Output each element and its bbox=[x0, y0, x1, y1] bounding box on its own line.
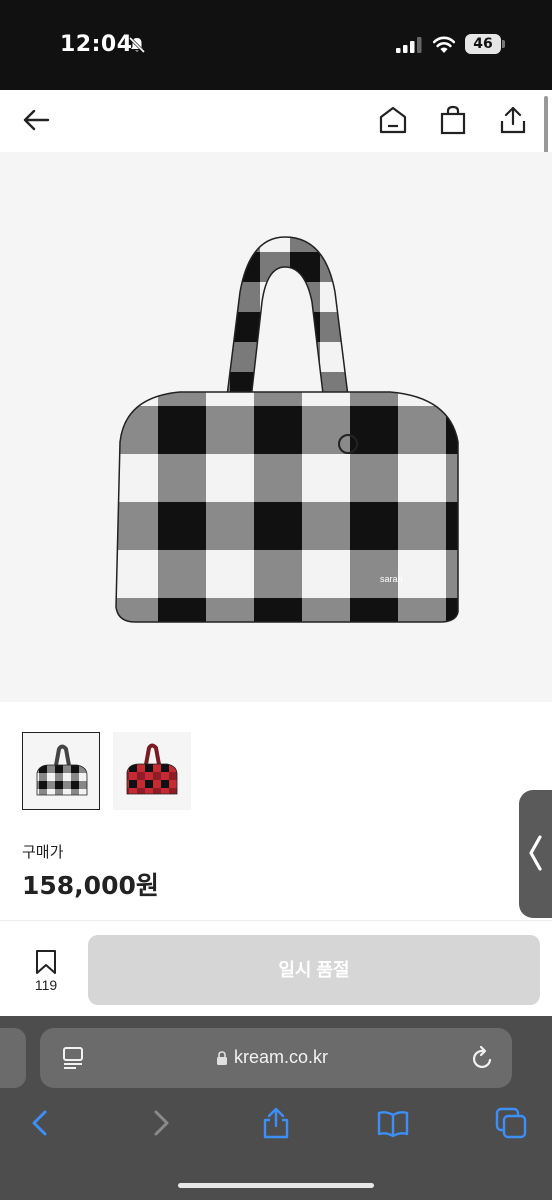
product-image-carousel[interactable]: sarah bbox=[0, 152, 552, 702]
soldout-button[interactable]: 일시 품절 bbox=[88, 935, 540, 1005]
wish-count: 119 bbox=[34, 977, 58, 993]
bookmark-icon[interactable] bbox=[34, 949, 58, 975]
status-time: 12:04 bbox=[60, 32, 133, 57]
wifi-icon bbox=[432, 36, 456, 53]
shopping-bag-icon[interactable] bbox=[437, 104, 469, 136]
price-value: 158,000원 bbox=[22, 871, 159, 900]
chevron-left-icon bbox=[529, 835, 542, 871]
product-image: sarah bbox=[115, 236, 459, 623]
thumbnail-red-image bbox=[126, 743, 178, 795]
reader-mode-icon[interactable] bbox=[62, 1046, 84, 1070]
svg-text:sarah: sarah bbox=[380, 574, 403, 584]
home-icon[interactable] bbox=[377, 104, 409, 136]
back-arrow-icon[interactable] bbox=[20, 104, 52, 136]
tabs-icon[interactable] bbox=[494, 1106, 528, 1140]
signal-icon bbox=[396, 37, 422, 53]
address-bar[interactable]: kream.co.kr bbox=[40, 1028, 512, 1088]
bottom-action-bar: 119 일시 품절 bbox=[0, 920, 552, 1016]
browser-toolbar: kream.co.kr bbox=[0, 1016, 552, 1200]
thumbnail-black-image bbox=[36, 744, 88, 796]
browser-share-icon[interactable] bbox=[259, 1106, 293, 1140]
previous-tab-stub[interactable] bbox=[0, 1028, 26, 1088]
lock-icon bbox=[217, 1051, 227, 1065]
price-label: 구매가 bbox=[22, 844, 64, 861]
home-indicator bbox=[178, 1183, 374, 1188]
back-chevron-icon[interactable] bbox=[24, 1106, 58, 1140]
url-text: kream.co.kr bbox=[234, 1047, 329, 1067]
side-panel-handle[interactable] bbox=[519, 790, 552, 918]
thumbnail-red[interactable] bbox=[113, 732, 191, 810]
thumbnail-black[interactable] bbox=[22, 732, 100, 810]
share-icon[interactable] bbox=[497, 104, 529, 136]
forward-chevron-icon[interactable] bbox=[143, 1106, 177, 1140]
bell-slash-icon bbox=[128, 36, 146, 54]
battery-tip bbox=[502, 40, 505, 48]
status-bar: 12:04 46 bbox=[0, 0, 552, 90]
bookmarks-icon[interactable] bbox=[376, 1106, 410, 1140]
reload-icon[interactable] bbox=[471, 1045, 495, 1071]
top-nav bbox=[0, 90, 552, 152]
battery-icon: 46 bbox=[465, 34, 501, 54]
